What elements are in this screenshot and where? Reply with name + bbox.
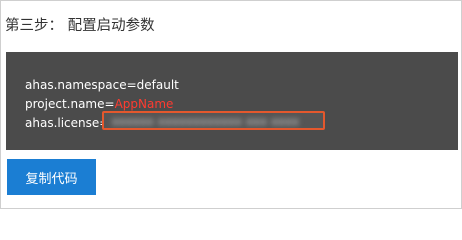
license-key: ahas.license= — [25, 116, 110, 130]
license-value-redacted: xxxxxx xxxxxxxxxxxx xxx xxxx — [112, 115, 300, 128]
step-heading: 第三步： 配置启动参数 — [5, 16, 155, 36]
config-card: 第三步： 配置启动参数 ahas.namespace=default proje… — [0, 0, 462, 209]
license-line: ahas.license= — [25, 115, 109, 131]
step-label: 第三步： — [5, 18, 63, 34]
license-highlight-box: xxxxxx xxxxxxxxxxxx xxx xxxx — [102, 111, 325, 130]
namespace-line: ahas.namespace=default — [25, 78, 179, 92]
project-name-key: project.name= — [25, 97, 115, 111]
copy-code-button[interactable]: 复制代码 — [7, 159, 96, 195]
code-block: ahas.namespace=default project.name=AppN… — [6, 52, 458, 150]
project-name-line: project.name=AppName — [25, 96, 173, 112]
project-name-value: AppName — [114, 97, 174, 111]
step-title: 配置启动参数 — [67, 18, 155, 34]
